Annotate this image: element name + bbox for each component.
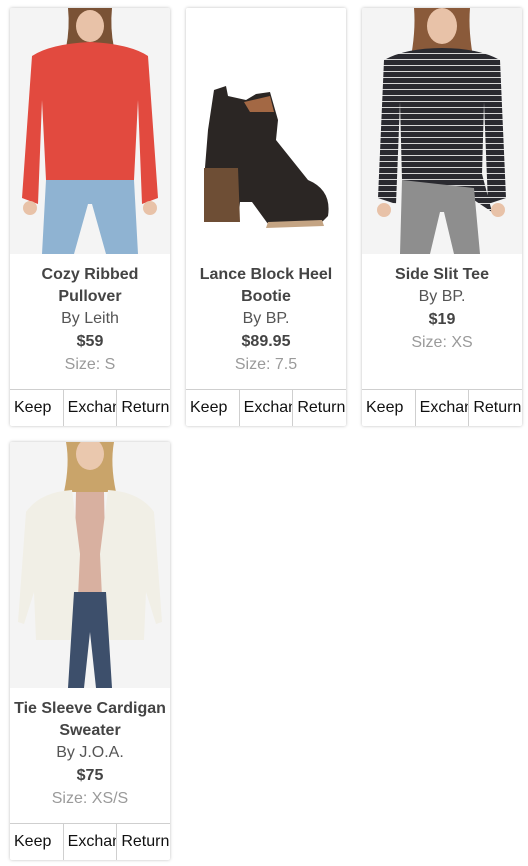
product-card: Lance Block Heel Bootie By BP. $89.95 Si… xyxy=(186,8,346,426)
product-image[interactable] xyxy=(10,442,170,688)
product-brand: By BP. xyxy=(242,310,290,327)
keep-button[interactable]: Keep xyxy=(186,390,240,426)
action-bar: Keep Exchange Return xyxy=(10,823,170,860)
product-image[interactable] xyxy=(10,8,170,254)
exchange-button[interactable]: Exchange xyxy=(240,390,294,426)
product-size: Size: S xyxy=(64,356,116,373)
product-brand: By BP. xyxy=(418,288,466,305)
product-price: $59 xyxy=(76,333,104,350)
product-size: Size: 7.5 xyxy=(234,356,298,373)
product-brand: By J.O.A. xyxy=(56,744,124,761)
product-size: Size: XS/S xyxy=(51,790,129,807)
product-card: Cozy Ribbed Pullover By Leith $59 Size: … xyxy=(10,8,170,426)
product-title[interactable]: Cozy Ribbed Pullover xyxy=(10,264,170,308)
product-card: Side Slit Tee By BP. $19 Size: XS Keep E… xyxy=(362,8,522,426)
action-bar: Keep Exchange Return xyxy=(10,389,170,426)
product-title[interactable]: Side Slit Tee xyxy=(362,264,522,286)
exchange-button[interactable]: Exchange xyxy=(64,390,118,426)
product-title[interactable]: Tie Sleeve Cardigan Sweater xyxy=(10,698,170,742)
return-button[interactable]: Return xyxy=(117,824,170,860)
product-image[interactable] xyxy=(186,8,346,254)
product-title[interactable]: Lance Block Heel Bootie xyxy=(186,264,346,308)
return-button[interactable]: Return xyxy=(469,390,522,426)
product-size: Size: XS xyxy=(411,334,473,351)
product-card: Tie Sleeve Cardigan Sweater By J.O.A. $7… xyxy=(10,442,170,860)
exchange-button[interactable]: Exchange xyxy=(416,390,470,426)
return-button[interactable]: Return xyxy=(117,390,170,426)
action-bar: Keep Exchange Return xyxy=(186,389,346,426)
product-image[interactable] xyxy=(362,8,522,254)
product-price: $19 xyxy=(428,311,456,328)
keep-button[interactable]: Keep xyxy=(10,390,64,426)
keep-button[interactable]: Keep xyxy=(10,824,64,860)
exchange-button[interactable]: Exchange xyxy=(64,824,118,860)
product-price: $89.95 xyxy=(241,333,291,350)
action-bar: Keep Exchange Return xyxy=(362,389,522,426)
product-brand: By Leith xyxy=(61,310,119,327)
return-button[interactable]: Return xyxy=(293,390,346,426)
product-price: $75 xyxy=(76,767,104,784)
keep-button[interactable]: Keep xyxy=(362,390,416,426)
